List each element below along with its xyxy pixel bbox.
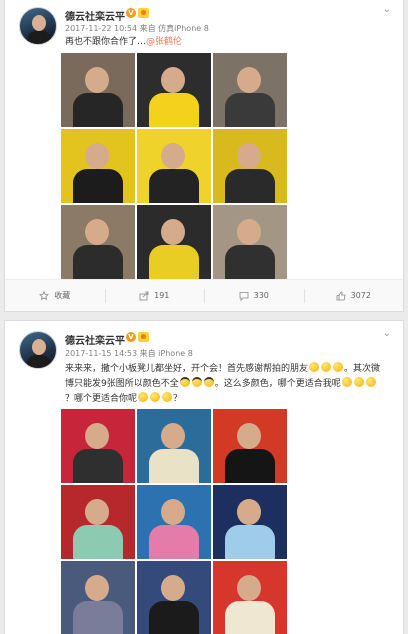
post-card: 德云社栾云平 V ⌄ 2017-11-22 10:54 来自 仿真iPhone … bbox=[4, 0, 404, 312]
photo-thumbnail[interactable] bbox=[137, 485, 211, 559]
share-icon bbox=[139, 291, 149, 300]
sunglasses-emoji-icon bbox=[203, 377, 214, 387]
comment-icon bbox=[239, 291, 249, 301]
avatar[interactable] bbox=[19, 331, 57, 369]
like-count: 3072 bbox=[350, 291, 371, 300]
laugh-emoji-icon bbox=[353, 377, 364, 387]
laugh-emoji-icon bbox=[150, 392, 161, 402]
photo-thumbnail[interactable] bbox=[137, 129, 211, 203]
timestamp[interactable]: 2017-11-15 14:53 bbox=[65, 349, 137, 358]
post-source: 来自 iPhone 8 bbox=[139, 349, 193, 358]
post-meta: 2017-11-15 14:53 来自 iPhone 8 bbox=[65, 348, 193, 359]
laugh-emoji-icon bbox=[321, 362, 332, 372]
photo-thumbnail[interactable] bbox=[213, 485, 287, 559]
laugh-emoji-icon bbox=[333, 362, 344, 372]
like-button[interactable]: 3072 bbox=[303, 280, 404, 311]
post-text-part: ？ bbox=[173, 394, 183, 404]
photo-thumbnail[interactable] bbox=[61, 485, 135, 559]
verified-badge-icon: V bbox=[126, 332, 136, 342]
laugh-emoji-icon bbox=[341, 377, 352, 387]
photo-thumbnail[interactable] bbox=[213, 409, 287, 483]
photo-thumbnail[interactable] bbox=[137, 561, 211, 634]
photo-thumbnail[interactable] bbox=[137, 53, 211, 127]
favorite-button[interactable]: 收藏 bbox=[5, 280, 105, 311]
photo-thumbnail[interactable] bbox=[61, 409, 135, 483]
laugh-emoji-icon bbox=[138, 392, 149, 402]
post-source: 来自 仿真iPhone 8 bbox=[139, 24, 209, 33]
comment-button[interactable]: 330 bbox=[204, 280, 304, 311]
photo-thumbnail[interactable] bbox=[61, 205, 135, 279]
post-text-part: ？哪个更适合你呢 bbox=[65, 394, 138, 404]
favorite-label: 收藏 bbox=[54, 291, 71, 300]
share-button[interactable]: 191 bbox=[104, 280, 205, 311]
star-icon bbox=[39, 290, 50, 300]
photo-thumbnail[interactable] bbox=[137, 205, 211, 279]
post-text: 来来来，撒个小板凳儿都坐好，开个会！首先感谢帮拍的朋友 。其次微博只能发9张图所以… bbox=[65, 362, 383, 408]
photo-thumbnail[interactable] bbox=[61, 129, 135, 203]
laugh-emoji-icon bbox=[162, 392, 173, 402]
photo-thumbnail[interactable] bbox=[213, 53, 287, 127]
photo-thumbnail[interactable] bbox=[213, 205, 287, 279]
photo-thumbnail[interactable] bbox=[213, 129, 287, 203]
post-text-part: 来来来，撒个小板凳儿都坐好，开个会！首先感谢帮拍的朋友 bbox=[65, 364, 309, 374]
image-grid bbox=[61, 409, 287, 634]
share-count: 191 bbox=[154, 291, 170, 300]
laugh-emoji-icon bbox=[309, 362, 320, 372]
sunglasses-emoji-icon bbox=[191, 377, 202, 387]
post-text-part: 。这么多颜色，哪个更适合我呢 bbox=[214, 379, 341, 389]
vip-crown-icon bbox=[138, 8, 149, 18]
chevron-down-icon[interactable]: ⌄ bbox=[383, 328, 391, 339]
photo-thumbnail[interactable] bbox=[61, 53, 135, 127]
mention-link[interactable]: @张鹤伦 bbox=[146, 37, 182, 47]
author-name[interactable]: 德云社栾云平 bbox=[65, 8, 125, 23]
image-grid bbox=[61, 53, 287, 279]
chevron-down-icon[interactable]: ⌄ bbox=[383, 4, 391, 15]
verified-badge-icon: V bbox=[126, 8, 136, 18]
avatar[interactable] bbox=[19, 7, 57, 45]
comment-count: 330 bbox=[253, 291, 269, 300]
like-icon bbox=[336, 291, 346, 300]
post-actions: 收藏 191 330 3072 bbox=[5, 279, 403, 311]
photo-thumbnail[interactable] bbox=[61, 561, 135, 634]
photo-thumbnail[interactable] bbox=[213, 561, 287, 634]
sunglasses-emoji-icon bbox=[179, 377, 190, 387]
post-text: 再也不跟你合作了…@张鹤伦 bbox=[65, 35, 383, 50]
timestamp[interactable]: 2017-11-22 10:54 bbox=[65, 24, 137, 33]
post-text-body: 再也不跟你合作了… bbox=[65, 37, 147, 47]
author-name[interactable]: 德云社栾云平 bbox=[65, 332, 125, 347]
laugh-emoji-icon bbox=[365, 377, 376, 387]
photo-thumbnail[interactable] bbox=[137, 409, 211, 483]
vip-crown-icon bbox=[138, 332, 149, 342]
post-meta: 2017-11-22 10:54 来自 仿真iPhone 8 bbox=[65, 23, 209, 34]
post-card: 德云社栾云平 V ⌄ 2017-11-15 14:53 来自 iPhone 8 … bbox=[4, 320, 404, 634]
